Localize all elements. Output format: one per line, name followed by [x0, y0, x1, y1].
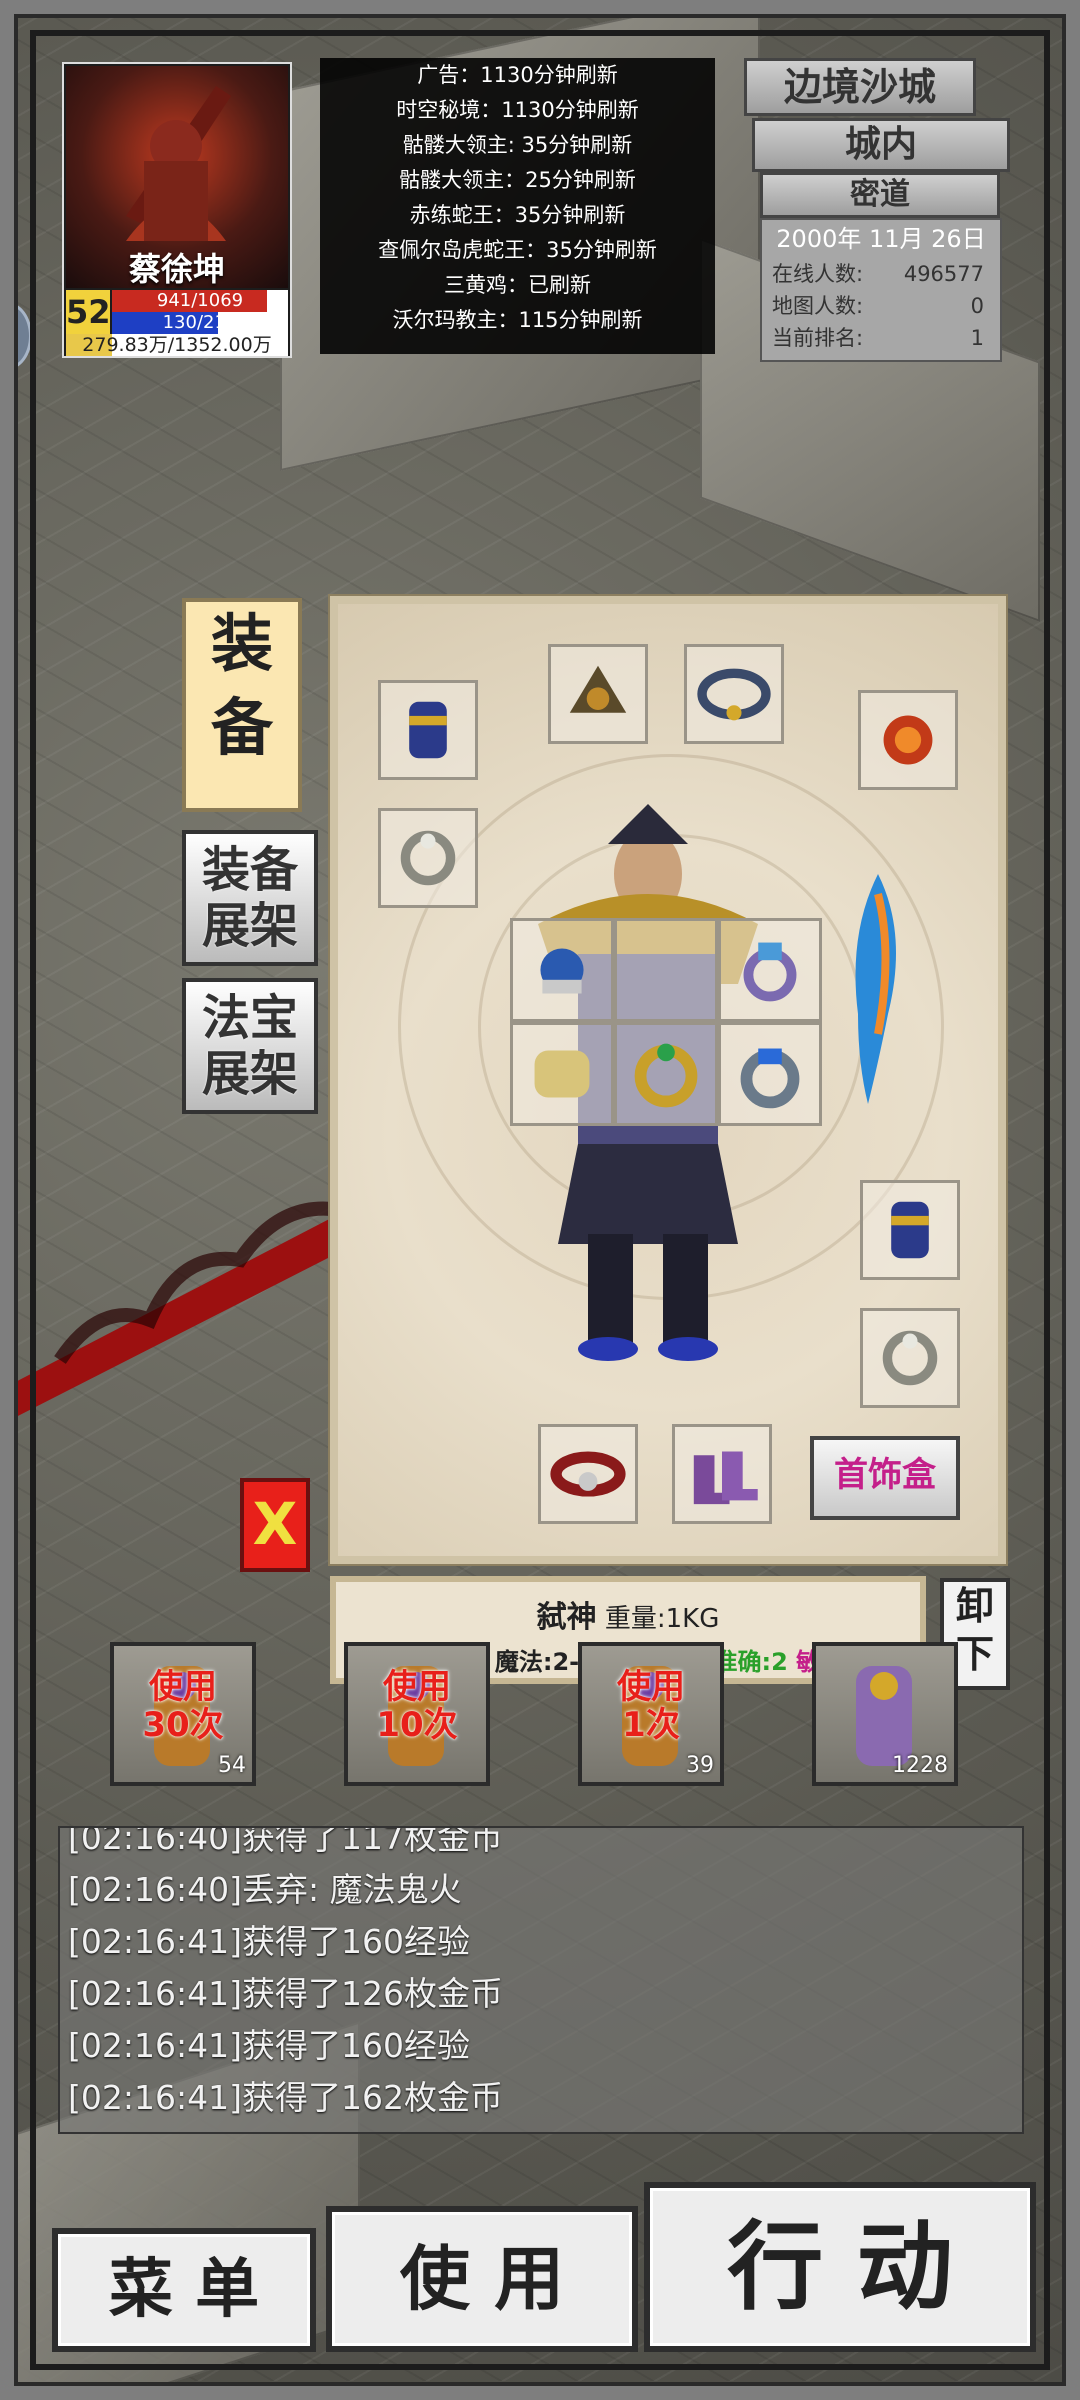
boss-timer: 沃尔玛教主：115分钟刷新	[392, 308, 643, 332]
uses-label: 使用	[383, 1667, 451, 1707]
consumable-slot[interactable]: 使用 10次	[344, 1642, 490, 1786]
item-accuracy: 准确:2	[713, 1648, 788, 1676]
treasure-shelf-button[interactable]: 法宝 展架	[182, 978, 318, 1114]
world-info-panel: 2000年 11月 26日 在线人数: 496577 地图人数: 0 当前排名: 1	[760, 218, 1002, 362]
tab-equipment[interactable]: 装 备	[182, 598, 302, 812]
item-name: 弑神	[536, 1600, 597, 1635]
consumable-slot[interactable]: 1228	[812, 1642, 958, 1786]
mp-value: 130/217	[162, 312, 238, 333]
consumable-slot[interactable]: 使用 30次 54	[110, 1642, 256, 1786]
slot-amulet[interactable]	[858, 690, 958, 790]
slot-right-bracelet[interactable]	[860, 1180, 960, 1280]
close-button[interactable]: X	[240, 1478, 310, 1572]
slot-medal[interactable]	[510, 918, 614, 1022]
tab-equipment-label: 备	[210, 691, 273, 764]
item-count: 39	[686, 1753, 714, 1778]
player-panel[interactable]: 蔡徐坤 52 941/1069 130/217 279.83万/1352.00万	[62, 62, 292, 358]
game-screen: 蔡徐坤 52 941/1069 130/217 279.83万/1352.00万…	[0, 0, 1080, 2400]
area-button[interactable]: 城内	[752, 118, 1010, 172]
exp-value: 279.83万/1352.00万	[82, 334, 272, 356]
item-count: 1228	[892, 1753, 948, 1778]
action-button[interactable]: 行 动	[644, 2182, 1036, 2352]
log-line: [02:16:40]获得了117枚金币	[68, 1826, 503, 1857]
log-line: [02:16:41]获得了160经验	[68, 1922, 470, 1961]
slot-charm[interactable]	[614, 918, 718, 1022]
rank-value: 1	[970, 326, 984, 350]
use-button[interactable]: 使 用	[326, 2206, 638, 2352]
slot-left-bracelet[interactable]	[378, 680, 478, 780]
consumable-slot[interactable]: 使用 1次 39	[578, 1642, 724, 1786]
map-players-value: 0	[970, 294, 984, 318]
log-line: [02:16:41]获得了160经验	[68, 2026, 470, 2065]
jewelry-box-button[interactable]: 首饰盒	[810, 1436, 960, 1520]
mp-bar: 130/217	[112, 312, 288, 334]
uses-count: 30次	[142, 1705, 224, 1745]
slot-helmet[interactable]	[548, 644, 648, 744]
equipment-panel	[328, 594, 1008, 1566]
slot-left-ring[interactable]	[378, 808, 478, 908]
boss-timer: 三黄鸡：已刷新	[444, 273, 591, 297]
player-level: 52	[66, 290, 111, 334]
slot-necklace[interactable]	[684, 644, 784, 744]
equipment-shelf-label: 装备	[201, 842, 298, 898]
player-portrait: 蔡徐坤	[66, 66, 288, 288]
tab-equipment-label: 装	[210, 607, 273, 680]
map-players-label: 地图人数:	[772, 294, 864, 318]
uses-label: 使用	[617, 1667, 685, 1707]
map-name-button[interactable]: 边境沙城	[744, 58, 976, 116]
boss-timer-list[interactable]: 广告：1130分钟刷新 时空秘境：1130分钟刷新 骷髅大领主: 35分钟刷新 …	[320, 58, 715, 354]
uses-count: 10次	[376, 1705, 458, 1745]
unequip-label: 卸	[955, 1584, 994, 1628]
player-name: 蔡徐坤	[128, 250, 225, 288]
uses-label: 使用	[149, 1667, 217, 1707]
item-weight: 重量:1KG	[604, 1604, 720, 1634]
item-count: 54	[218, 1753, 246, 1778]
equipment-shelf-label: 展架	[201, 898, 298, 954]
log-line: [02:16:40]丢弃: 魔法鬼火	[68, 1870, 462, 1909]
menu-button[interactable]: 菜 单	[52, 2228, 316, 2352]
boss-timer: 骷髅大领主：25分钟刷新	[399, 168, 636, 192]
slot-right-ring-top[interactable]	[718, 918, 822, 1022]
online-label: 在线人数:	[772, 262, 864, 286]
slot-boots[interactable]	[672, 1424, 772, 1524]
equipment-shelf-button[interactable]: 装备 展架	[182, 830, 318, 966]
rank-label: 当前排名:	[772, 326, 864, 350]
sub-area-button[interactable]: 密道	[760, 172, 1000, 218]
hp-value: 941/1069	[156, 290, 244, 311]
weapon-sword[interactable]	[838, 874, 918, 1104]
game-date: 2000年 11月 26日	[776, 225, 986, 253]
slot-gold-ring[interactable]	[614, 1022, 718, 1126]
boss-timer: 骷髅大领主: 35分钟刷新	[402, 133, 633, 157]
treasure-shelf-label: 展架	[201, 1046, 298, 1102]
online-value: 496577	[903, 262, 984, 286]
exp-bar: 279.83万/1352.00万	[66, 334, 288, 356]
message-log[interactable]: [02:16:40]获得了117枚金币 [02:16:40]丢弃: 魔法鬼火 […	[58, 1826, 1024, 2134]
log-line: [02:16:41]获得了162枚金币	[68, 2078, 503, 2117]
boss-timer: 查佩尔岛虎蛇王：35分钟刷新	[378, 238, 657, 262]
boss-timer: 时空秘境：1130分钟刷新	[396, 98, 639, 122]
boss-timer: 广告：1130分钟刷新	[417, 63, 618, 87]
uses-count: 1次	[622, 1705, 680, 1745]
slot-belt-glove[interactable]	[510, 1022, 614, 1126]
side-bubble-icon[interactable]	[0, 302, 32, 370]
hp-bar: 941/1069	[112, 290, 288, 312]
boss-timer: 赤练蛇王：35分钟刷新	[409, 203, 626, 227]
slot-belt[interactable]	[538, 1424, 638, 1524]
slot-right-ring-2[interactable]	[860, 1308, 960, 1408]
log-line: [02:16:41]获得了126枚金币	[68, 1974, 503, 2013]
treasure-shelf-label: 法宝	[201, 990, 298, 1046]
slot-right-ring-bottom[interactable]	[718, 1022, 822, 1126]
